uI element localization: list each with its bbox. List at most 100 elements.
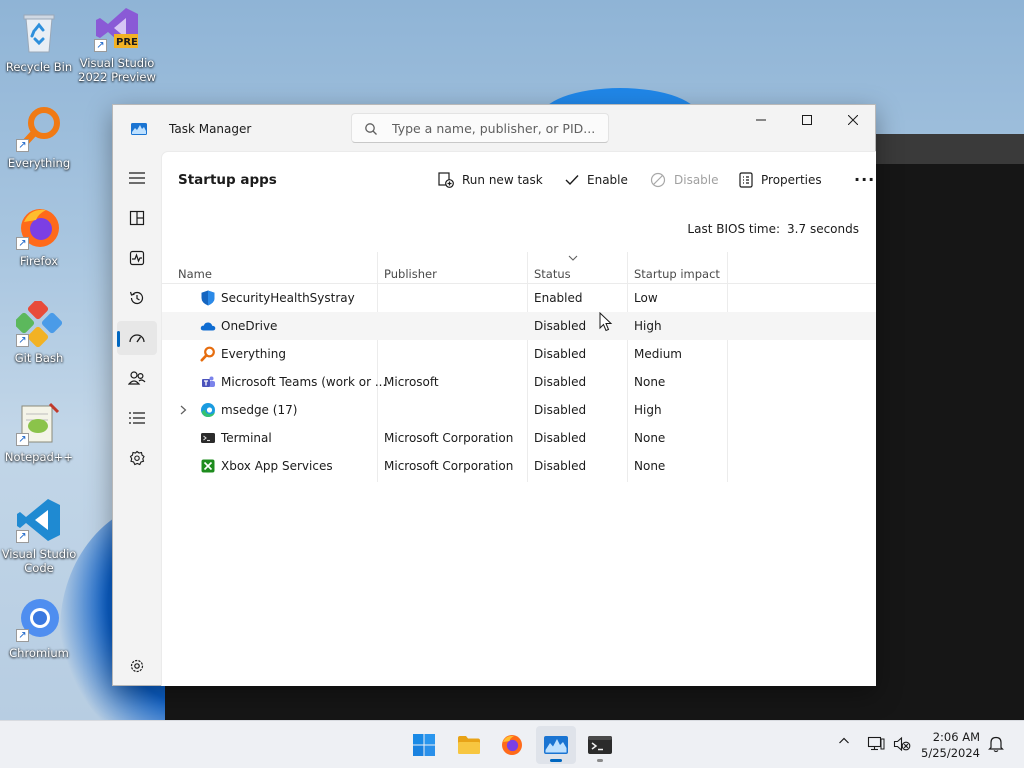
users-icon — [128, 371, 146, 385]
row-name: Terminal — [221, 431, 272, 445]
column-header-name[interactable]: Name — [178, 267, 212, 281]
terminal-icon — [588, 736, 612, 754]
row-impact: High — [634, 319, 662, 333]
column-header-publisher[interactable]: Publisher — [384, 267, 437, 281]
column-header-status[interactable]: Status — [534, 267, 571, 281]
row-status: Enabled — [534, 291, 583, 305]
run-new-task-button[interactable]: Run new task — [438, 165, 543, 195]
task-manager-icon — [544, 736, 568, 754]
start-button[interactable] — [404, 726, 444, 764]
row-name: msedge (17) — [221, 403, 298, 417]
bios-label: Last BIOS time: — [687, 222, 781, 236]
nav-app-history[interactable] — [117, 281, 157, 315]
edge-icon — [201, 403, 215, 417]
app-history-icon — [129, 291, 144, 305]
row-name: OneDrive — [221, 319, 278, 333]
details-icon — [129, 412, 145, 424]
row-impact: High — [634, 403, 662, 417]
properties-label: Properties — [761, 173, 822, 187]
notepadpp-icon: ↗ — [16, 400, 62, 446]
enable-button[interactable]: Enable — [565, 165, 628, 195]
desktop-icon-label: Notepad++ — [4, 450, 74, 464]
nav-processes[interactable] — [117, 201, 157, 235]
taskbar: 2:06 AM 5/25/2024 — [0, 720, 1024, 768]
volume-status-button[interactable] — [893, 736, 911, 755]
table-row[interactable]: OneDrive Disabled High — [162, 312, 876, 340]
desktop-icon-git-bash[interactable]: ↗ Git Bash — [0, 298, 78, 365]
file-explorer-button[interactable] — [449, 726, 489, 764]
row-name: Microsoft Teams (work or ... — [221, 375, 387, 389]
table-row[interactable]: msedge (17) Disabled High — [162, 396, 876, 424]
network-status-button[interactable] — [867, 736, 885, 755]
expand-chevron-icon[interactable] — [180, 405, 187, 415]
last-bios-time: Last BIOS time: 3.7 seconds — [687, 222, 859, 236]
system-clock[interactable]: 2:06 AM 5/25/2024 — [921, 729, 980, 761]
nav-details[interactable] — [117, 401, 157, 435]
folder-icon — [458, 736, 480, 754]
shortcut-arrow-icon: ↗ — [94, 39, 107, 52]
performance-icon — [129, 250, 145, 266]
close-icon — [848, 115, 858, 125]
minimize-icon — [756, 119, 766, 121]
preview-badge: PRE — [116, 37, 138, 48]
nav-settings[interactable] — [117, 649, 157, 683]
run-new-task-label: Run new task — [462, 173, 543, 187]
disable-button[interactable]: Disable — [650, 165, 719, 195]
chevron-up-icon — [839, 737, 849, 744]
search-icon — [365, 123, 377, 135]
window-title: Task Manager — [169, 122, 252, 136]
recycle-bin-icon — [16, 10, 62, 56]
page-title: Startup apps — [178, 172, 277, 188]
maximize-button[interactable] — [784, 105, 830, 135]
table-row[interactable]: SecurityHealthSystray Enabled Low — [162, 284, 876, 312]
minimize-button[interactable] — [738, 105, 784, 135]
task-manager-window: Task Manager Type a name, publisher, or … — [112, 104, 876, 686]
show-hidden-icons-button[interactable] — [838, 735, 850, 750]
onedrive-cloud-icon — [200, 322, 216, 331]
startup-table: Name Publisher Status Startup impact Sec… — [162, 252, 876, 482]
row-publisher: Microsoft Corporation — [384, 431, 514, 445]
table-row[interactable]: Xbox App Services Microsoft Corporation … — [162, 452, 876, 480]
notifications-button[interactable] — [988, 735, 1004, 756]
more-options-button[interactable]: ... — [854, 160, 875, 190]
desktop-icon-visual-studio[interactable]: PRE ↗ Visual Studio 2022 Preview — [78, 6, 156, 84]
desktop-icon-firefox[interactable]: ↗ Firefox — [0, 204, 78, 268]
nav-menu-toggle[interactable] — [117, 161, 157, 195]
firefox-button[interactable] — [492, 726, 532, 764]
row-status: Disabled — [534, 459, 587, 473]
task-manager-button[interactable] — [536, 726, 576, 764]
desktop-icon-vscode[interactable]: ↗ Visual Studio Code — [0, 497, 78, 575]
terminal-button[interactable] — [580, 726, 620, 764]
desktop-icon-recycle-bin[interactable]: Recycle Bin — [0, 10, 78, 74]
desktop-icon-chromium[interactable]: ↗ Chromium — [0, 596, 78, 660]
nav-performance[interactable] — [117, 241, 157, 275]
shortcut-arrow-icon: ↗ — [16, 530, 29, 543]
vscode-icon: ↗ — [16, 497, 62, 543]
table-row[interactable]: Microsoft Teams (work or ... Microsoft D… — [162, 368, 876, 396]
run-new-task-icon — [438, 172, 454, 188]
title-bar[interactable]: Task Manager — [113, 105, 875, 151]
row-impact: Medium — [634, 347, 682, 361]
row-name: Everything — [221, 347, 286, 361]
shortcut-arrow-icon: ↗ — [16, 237, 29, 250]
table-row[interactable]: Everything Disabled Medium — [162, 340, 876, 368]
more-options-icon: ... — [854, 165, 876, 185]
desktop-icon-everything[interactable]: ↗ Everything — [0, 106, 78, 170]
shortcut-arrow-icon: ↗ — [16, 334, 29, 347]
table-row[interactable]: Terminal Microsoft Corporation Disabled … — [162, 424, 876, 452]
properties-button[interactable]: Properties — [739, 165, 822, 195]
row-name: SecurityHealthSystray — [221, 291, 355, 305]
shortcut-arrow-icon: ↗ — [16, 139, 29, 152]
close-button[interactable] — [830, 105, 876, 135]
desktop-icon-notepadpp[interactable]: ↗ Notepad++ — [0, 400, 78, 464]
column-header-startup-impact[interactable]: Startup impact — [634, 267, 720, 281]
desktop-icon-label: Visual Studio Code — [1, 547, 77, 575]
nav-users[interactable] — [117, 361, 157, 395]
row-status: Disabled — [534, 431, 587, 445]
search-box[interactable] — [351, 113, 609, 143]
nav-startup-apps[interactable] — [117, 321, 157, 355]
nav-services[interactable] — [117, 441, 157, 475]
row-status: Disabled — [534, 347, 587, 361]
desktop-icon-label: Visual Studio 2022 Preview — [78, 56, 156, 84]
search-input[interactable] — [392, 118, 602, 138]
